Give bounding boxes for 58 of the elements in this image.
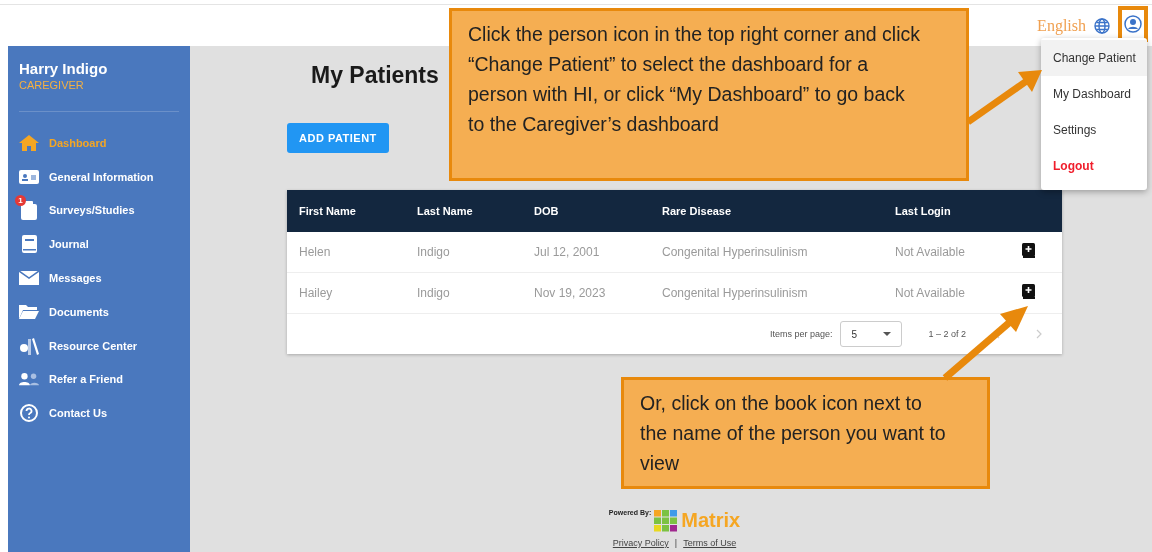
terms-of-use-link[interactable]: Terms of Use <box>683 538 737 548</box>
caret-icon <box>883 332 892 336</box>
user-role: CAREGIVER <box>19 79 85 91</box>
house-icon <box>19 134 39 151</box>
column-header: Last Name <box>417 205 474 217</box>
user-name: Harry Indigo <box>19 60 109 77</box>
sidebar-item[interactable]: Documents <box>19 295 179 329</box>
person-icon <box>1124 14 1142 33</box>
menu-item[interactable]: Change Patient <box>1041 40 1147 76</box>
privacy-policy-link[interactable]: Privacy Policy <box>612 538 669 548</box>
grid-logo-icon <box>654 509 679 532</box>
people-icon <box>19 372 39 387</box>
menu-item[interactable]: Logout <box>1041 148 1147 184</box>
table-cell-text: Congenital Hyperinsulinism <box>662 245 809 259</box>
callout-text: Or, click on the book icon next to the name of the person you want to view <box>621 377 990 489</box>
sidebar-item[interactable]: General Information <box>19 159 179 194</box>
add-patient-button[interactable]: ADD PATIENT <box>287 123 389 153</box>
items-per-page-select[interactable]: 5 <box>840 321 903 347</box>
link-separator: | <box>674 538 678 548</box>
book-button[interactable] <box>1020 284 1037 302</box>
brand-name: Matrix <box>681 509 741 532</box>
table-cell-text: Not Available <box>895 286 966 300</box>
books-icon <box>19 336 39 355</box>
sidebar-item[interactable]: Journal <box>19 227 179 262</box>
items-per-page-label: Items per page: <box>769 329 833 339</box>
notification-badge: 1 <box>15 195 26 206</box>
column-header: Last Login <box>895 205 952 217</box>
sidebar-item[interactable]: Refer a Friend <box>19 362 179 397</box>
page-title: My Patients <box>311 62 439 89</box>
folder-icon <box>19 304 39 319</box>
column-header: Rare Disease <box>662 205 733 217</box>
book-button[interactable] <box>1020 243 1037 261</box>
menu-item[interactable]: Settings <box>1041 112 1147 148</box>
table-cell-text: Jul 12, 2001 <box>534 245 601 259</box>
sidebar-item[interactable]: Messages <box>19 261 179 295</box>
table-cell-text: Indigo <box>417 245 451 259</box>
clipboard-icon <box>21 201 37 220</box>
id-card-icon <box>19 169 39 184</box>
table-cell-text: Nov 19, 2023 <box>534 286 607 300</box>
sidebar-item[interactable]: Contact Us <box>19 396 179 431</box>
help-icon <box>20 404 38 423</box>
sidebar-item[interactable]: Resource Center <box>19 328 179 363</box>
page-range: 1 – 2 of 2 <box>928 329 966 339</box>
column-header: DOB <box>534 205 560 217</box>
menu-item[interactable]: My Dashboard <box>1041 76 1147 112</box>
envelope-icon <box>19 271 39 286</box>
table-cell-text: Helen <box>299 245 332 259</box>
book-plus-icon <box>1022 243 1035 258</box>
column-header: First Name <box>299 205 357 217</box>
table-cell-text: Not Available <box>895 245 966 259</box>
table-cell-text: Congenital Hyperinsulinism <box>662 286 809 300</box>
table-cell-text: Indigo <box>417 286 451 300</box>
table-cell-text: Hailey <box>299 286 334 300</box>
globe-icon[interactable] <box>1094 17 1110 34</box>
book-icon <box>21 235 37 254</box>
callout-text: Click the person icon in the top right corner and click “Change Patient” to select the dashboard for a person with HI, or click “My Dashboard” to go back to the Caregiver’s dashboard <box>449 8 969 181</box>
profile-button[interactable] <box>1118 5 1148 42</box>
book-plus-icon <box>1022 284 1035 299</box>
